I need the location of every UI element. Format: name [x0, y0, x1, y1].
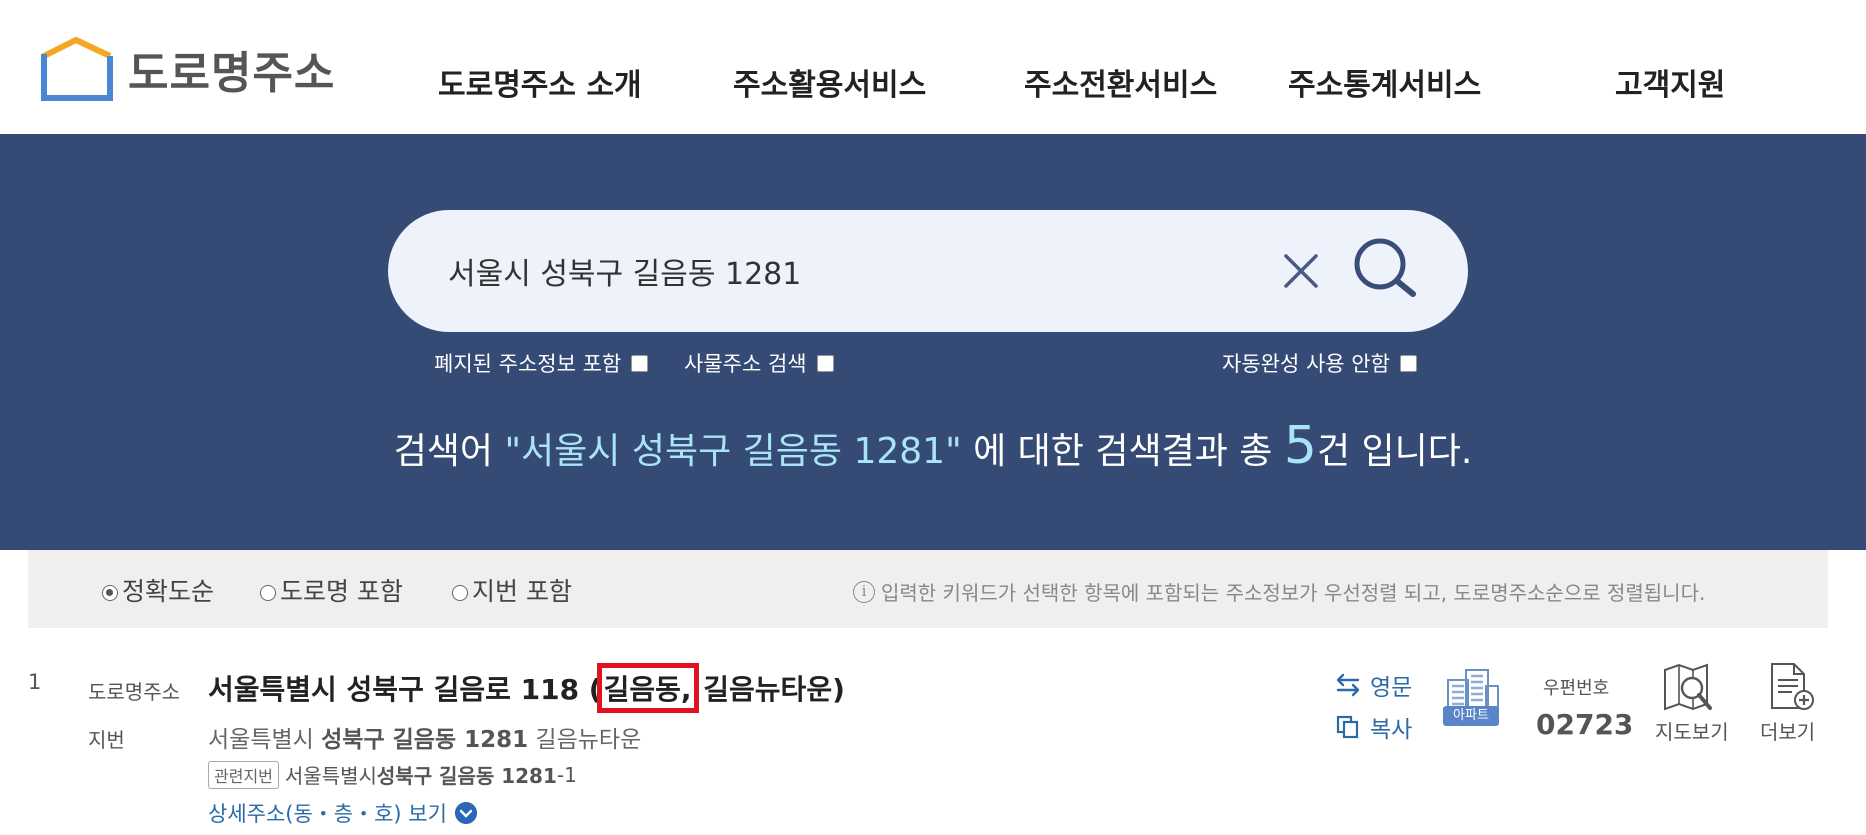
info-icon: i [853, 580, 875, 603]
house-logo-icon [41, 36, 113, 101]
chevron-down-icon [454, 802, 477, 824]
building-type: 아파트 [1440, 668, 1502, 728]
option-autocomplete-off-label: 자동완성 사용 안함 [1222, 352, 1390, 376]
related-jibun-tag: 관련지번 [208, 760, 279, 789]
sort-lot-number-label: 지번 포함 [472, 577, 572, 606]
option-include-abolished[interactable]: 폐지된 주소정보 포함 [434, 348, 649, 378]
jibun-label: 지번 [88, 728, 125, 752]
road-address-label: 도로명주소 [88, 680, 180, 704]
sort-info: i 입력한 키워드가 선택한 항목에 포함되는 주소정보가 우선정렬 되고, 도… [853, 577, 1705, 606]
jibun-city: 서울특별시 [208, 727, 322, 753]
result-suffix: 건 입니다. [1316, 431, 1473, 472]
swap-arrows-icon [1336, 673, 1360, 697]
result-summary: 검색어 "서울시 성북구 길음동 1281" 에 대한 검색결과 총 5건 입니… [0, 416, 1866, 476]
more-label: 더보기 [1760, 720, 1816, 744]
related-city: 서울특별시 [284, 764, 377, 788]
map-magnifier-icon [1664, 663, 1712, 711]
highlighted-dong: 길음동, [596, 663, 699, 713]
copy-icon [1336, 715, 1359, 739]
copy-button[interactable]: 복사 [1336, 710, 1412, 744]
document-plus-icon [1771, 663, 1814, 710]
sort-road-name-radio[interactable] [260, 585, 276, 601]
copy-label: 복사 [1370, 717, 1413, 743]
nav-item-utilization-service[interactable]: 주소활용서비스 [733, 60, 926, 104]
search-icon[interactable] [1350, 234, 1420, 304]
sort-lot-number[interactable]: 지번 포함 [452, 572, 572, 608]
option-autocomplete-off[interactable]: 자동완성 사용 안함 [1222, 348, 1417, 378]
autocomplete-off-checkbox[interactable] [1399, 354, 1417, 372]
jibun-tail: 길음뉴타운 [528, 727, 642, 753]
option-object-address[interactable]: 사물주소 검색 [684, 348, 834, 378]
search-banner: 폐지된 주소정보 포함 사물주소 검색 자동완성 사용 안함 검색어 "서울시 … [0, 134, 1866, 550]
english-label: 영문 [1370, 675, 1413, 701]
result-keyword: "서울시 성북구 길음동 1281" [504, 431, 962, 472]
option-include-abolished-label: 폐지된 주소정보 포함 [434, 352, 622, 376]
sort-accuracy-radio[interactable] [102, 585, 118, 601]
search-input[interactable] [448, 238, 1248, 304]
nav-item-customer-support[interactable]: 고객지원 [1615, 60, 1725, 104]
related-tail: -1 [556, 762, 577, 787]
zip-code-label: 우편번호 [1543, 678, 1610, 699]
nav-item-intro[interactable]: 도로명주소 소개 [438, 60, 642, 104]
logo[interactable]: 도로명주소 [40, 36, 335, 102]
include-abolished-checkbox[interactable] [631, 354, 649, 372]
option-object-address-label: 사물주소 검색 [684, 352, 807, 376]
sort-lot-number-radio[interactable] [452, 585, 468, 601]
logo-text: 도로명주소 [128, 48, 336, 99]
sort-info-text: 입력한 키워드가 선택한 항목에 포함되는 주소정보가 우선정렬 되고, 도로명… [881, 581, 1706, 605]
road-address: 서울특별시 성북구 길음로 118 (길음동, 길음뉴타운) [208, 663, 845, 713]
detail-address-link[interactable]: 상세주소(동・층・호) 보기 [208, 798, 477, 828]
road-address-tail: 길음뉴타운) [693, 673, 845, 706]
english-button[interactable]: 영문 [1334, 668, 1412, 702]
detail-address-label: 상세주소(동・층・호) 보기 [208, 802, 447, 826]
related-bold: 성북구 길음동 1281 [376, 764, 557, 788]
map-view-label: 지도보기 [1655, 720, 1729, 744]
nav-item-statistics-service[interactable]: 주소통계서비스 [1288, 60, 1481, 104]
sort-bar: 정확도순 도로명 포함 지번 포함 i 입력한 키워드가 선택한 항목에 포함되… [28, 550, 1828, 628]
result-middle: 에 대한 검색결과 총 [961, 431, 1284, 472]
jibun-address: 서울특별시 성북구 길음동 1281 길음뉴타운 [208, 720, 641, 754]
site-header: 도로명주소 도로명주소 소개 주소활용서비스 주소전환서비스 주소통계서비스 고… [0, 0, 1866, 134]
search-box [388, 210, 1468, 332]
result-count: 5 [1283, 416, 1317, 476]
zip-code: 02723 [1536, 708, 1634, 741]
sort-road-name[interactable]: 도로명 포함 [260, 572, 403, 608]
sort-road-name-label: 도로명 포함 [280, 577, 403, 606]
sort-accuracy[interactable]: 정확도순 [102, 572, 214, 608]
sort-accuracy-label: 정확도순 [122, 577, 215, 606]
related-jibun: 관련지번 서울특별시 성북구 길음동 1281 -1 [208, 760, 577, 789]
road-address-main: 서울특별시 성북구 길음로 118 ( [208, 673, 602, 706]
clear-icon[interactable] [1276, 246, 1326, 296]
object-address-checkbox[interactable] [816, 354, 834, 372]
apartment-badge: 아파트 [1443, 706, 1499, 726]
map-view-button[interactable]: 지도보기 [1650, 660, 1730, 744]
jibun-bold: 성북구 길음동 1281 [321, 727, 529, 753]
result-prefix: 검색어 [393, 431, 505, 472]
more-button[interactable]: 더보기 [1752, 660, 1832, 744]
result-index: 1 [28, 670, 42, 694]
nav-item-conversion-service[interactable]: 주소전환서비스 [1024, 60, 1217, 104]
